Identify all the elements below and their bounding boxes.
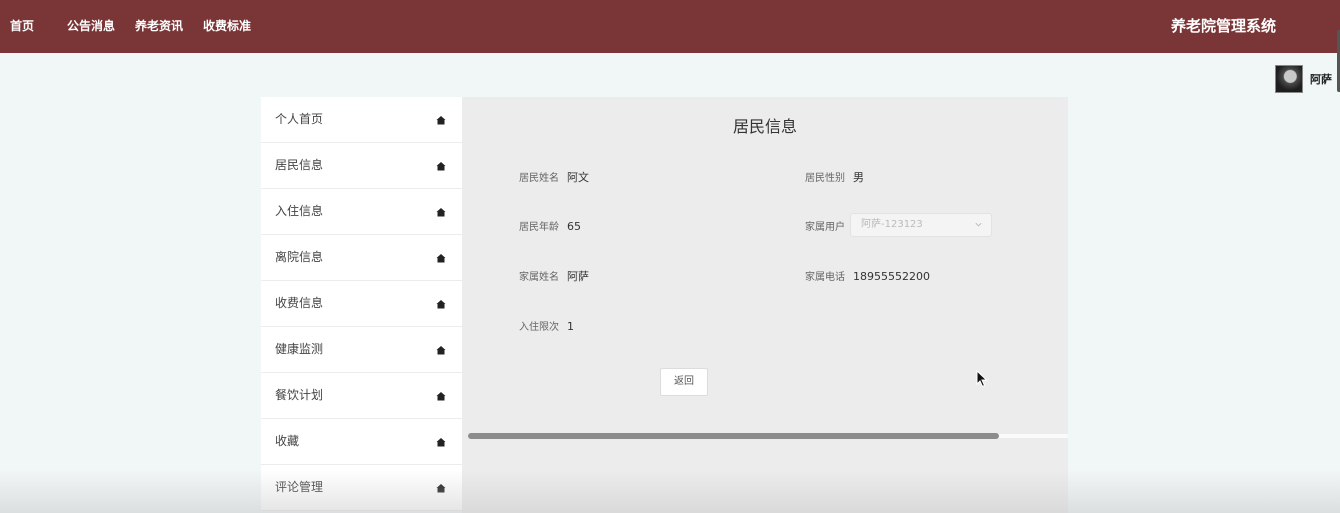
field-label: 家属电话 (805, 272, 845, 283)
sidebar-item-meal-plan[interactable]: 餐饮计划 (261, 373, 462, 419)
field-value: 阿文 (567, 171, 589, 184)
field-label: 居民姓名 (519, 173, 559, 184)
home-icon (436, 438, 446, 447)
home-icon (436, 484, 446, 493)
family-user-field: 家属用户 (805, 213, 853, 237)
sidebar-item-discharge-info[interactable]: 离院信息 (261, 235, 462, 281)
select-value: 阿萨-123123 (861, 219, 923, 230)
resident-age-field: 居民年龄 65 (519, 213, 581, 237)
sidebar-item-label: 健康监测 (275, 342, 324, 356)
field-value: 18955552200 (853, 270, 930, 283)
home-icon (436, 254, 446, 263)
resident-name-field: 居民姓名 阿文 (519, 164, 589, 188)
sidebar-item-label: 入住信息 (275, 204, 324, 218)
sidebar-menu: 个人首页 居民信息 入住信息 离院信息 收费信息 健康监测 餐饮计划 收藏 评论… (261, 97, 462, 511)
nav-home[interactable]: 首页 (10, 0, 34, 53)
sidebar-item-label: 餐饮计划 (275, 388, 324, 402)
field-label: 居民性别 (805, 173, 845, 184)
sidebar-item-label: 个人首页 (275, 112, 324, 126)
home-icon (436, 116, 446, 125)
field-label: 入住限次 (519, 322, 559, 333)
home-icon (436, 392, 446, 401)
sidebar-item-personal-home[interactable]: 个人首页 (261, 97, 462, 143)
site-title: 养老院管理系统 (1171, 17, 1277, 35)
username[interactable]: 阿萨 (1310, 71, 1332, 87)
top-navbar: 首页 公告消息 养老资讯 收费标准 养老院管理系统 (0, 0, 1340, 53)
page-title: 居民信息 (732, 117, 797, 136)
field-label: 居民年龄 (519, 222, 559, 233)
nav-announcements[interactable]: 公告消息 (67, 0, 115, 53)
sidebar-item-fee-info[interactable]: 收费信息 (261, 281, 462, 327)
field-value: 65 (567, 220, 581, 233)
sidebar-item-label: 居民信息 (275, 158, 324, 172)
sidebar-item-label: 评论管理 (275, 480, 324, 494)
chevron-down-icon (975, 222, 982, 227)
field-value: 男 (853, 171, 864, 184)
sidebar-item-label: 收费信息 (275, 296, 324, 310)
sidebar-item-label: 离院信息 (275, 250, 324, 264)
sidebar-item-checkin-info[interactable]: 入住信息 (261, 189, 462, 235)
field-value: 1 (567, 320, 574, 333)
home-icon (436, 300, 446, 309)
home-icon (436, 162, 446, 171)
sidebar-item-comment-management[interactable]: 评论管理 (261, 465, 462, 511)
sidebar-item-resident-info[interactable]: 居民信息 (261, 143, 462, 189)
sidebar-item-label: 收藏 (275, 434, 300, 448)
field-value: 阿萨 (567, 270, 589, 283)
field-label: 家属用户 (805, 222, 845, 233)
resident-gender-field: 居民性别男 (805, 164, 864, 188)
mouse-cursor-icon (976, 370, 988, 388)
stay-count-field: 入住限次 1 (519, 313, 574, 337)
nav-news[interactable]: 养老资讯 (135, 0, 183, 53)
sidebar-item-health-monitoring[interactable]: 健康监测 (261, 327, 462, 373)
nav-fee-standard[interactable]: 收费标准 (203, 0, 251, 53)
home-icon (436, 208, 446, 217)
avatar[interactable] (1275, 65, 1303, 93)
family-name-field: 家属姓名 阿萨 (519, 263, 589, 287)
home-icon (436, 346, 446, 355)
family-phone-field: 家属电话 18955552200 (805, 263, 930, 287)
sidebar-item-favorites[interactable]: 收藏 (261, 419, 462, 465)
field-label: 家属姓名 (519, 272, 559, 283)
back-button[interactable]: 返回 (660, 368, 708, 396)
horizontal-scrollbar-thumb[interactable] (468, 433, 999, 439)
resident-detail-panel: 居民信息 (462, 97, 1068, 513)
family-user-select[interactable]: 阿萨-123123 (850, 213, 992, 237)
